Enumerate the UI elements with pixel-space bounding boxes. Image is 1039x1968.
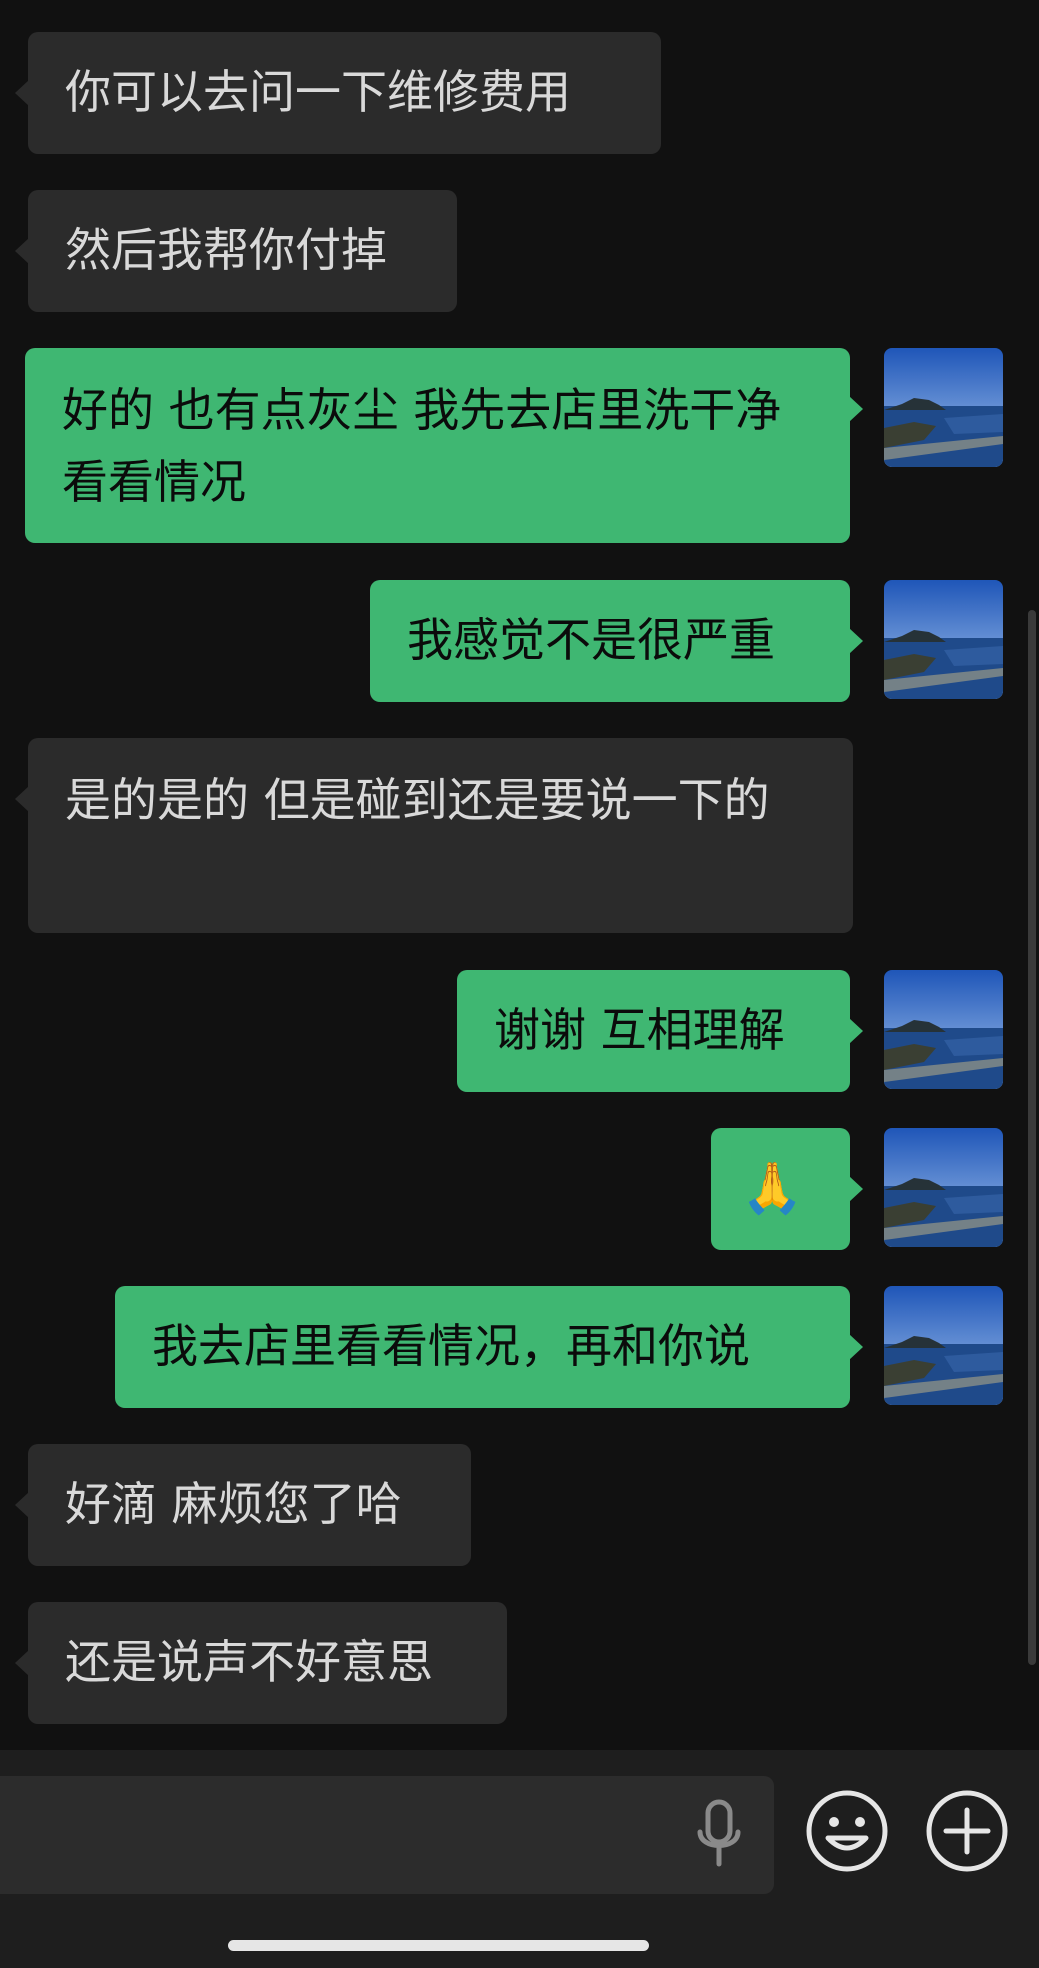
message-bubble-outgoing[interactable]: 我去店里看看情况，再和你说 xyxy=(115,1286,863,1408)
message-text: 你可以去问一下维修费用 xyxy=(65,65,571,119)
microphone-icon[interactable] xyxy=(690,1798,752,1870)
smiley-face-icon[interactable] xyxy=(804,1788,890,1874)
message-bubble-outgoing[interactable]: 谢谢 互相理解 xyxy=(457,970,863,1092)
message-text: 好的 也有点灰尘 我先去店里洗干净看看情况 xyxy=(62,383,782,509)
message-bubble-incoming[interactable]: 好滴 麻烦您了哈 xyxy=(15,1444,471,1566)
message-text: 谢谢 互相理解 xyxy=(494,1003,785,1057)
avatar-image xyxy=(884,348,1003,467)
message-bubble-incoming[interactable]: 是的是的 但是碰到还是要说一下的 xyxy=(15,738,853,933)
message-text: 我去店里看看情况，再和你说 xyxy=(152,1319,750,1373)
avatar[interactable] xyxy=(884,580,1003,699)
avatar[interactable] xyxy=(884,348,1003,467)
message-bubble-outgoing[interactable]: 我感觉不是很严重 xyxy=(370,580,863,702)
message-text: 是的是的 但是碰到还是要说一下的 xyxy=(65,773,770,827)
message-bubble-incoming[interactable]: 然后我帮你付掉 xyxy=(15,190,457,312)
message-text: 我感觉不是很严重 xyxy=(407,613,775,667)
message-bubble-outgoing[interactable]: 好的 也有点灰尘 我先去店里洗干净看看情况 xyxy=(25,348,863,543)
message-text: 还是说声不好意思 xyxy=(65,1635,433,1689)
chat-screen: 你可以去问一下维修费用 然后我帮你付掉 好的 也有点灰尘 我先去店里洗干净看看情… xyxy=(0,0,1039,1968)
avatar-image xyxy=(884,1286,1003,1405)
message-bubble-outgoing[interactable]: 🙏 xyxy=(711,1128,863,1250)
avatar-image xyxy=(884,1128,1003,1247)
message-list[interactable]: 你可以去问一下维修费用 然后我帮你付掉 好的 也有点灰尘 我先去店里洗干净看看情… xyxy=(0,0,1039,1750)
message-bubble-incoming[interactable]: 你可以去问一下维修费用 xyxy=(15,32,661,154)
home-indicator[interactable] xyxy=(228,1940,649,1951)
message-input[interactable] xyxy=(0,1776,774,1894)
praying-hands-emoji: 🙏 xyxy=(741,1159,804,1217)
message-text: 好滴 麻烦您了哈 xyxy=(65,1477,402,1531)
message-text: 然后我帮你付掉 xyxy=(65,223,387,277)
avatar-image xyxy=(884,970,1003,1089)
avatar[interactable] xyxy=(884,1128,1003,1247)
message-bubble-incoming[interactable]: 还是说声不好意思 xyxy=(15,1602,507,1724)
plus-circle-icon[interactable] xyxy=(924,1788,1010,1874)
avatar-image xyxy=(884,580,1003,699)
avatar[interactable] xyxy=(884,1286,1003,1405)
scrollbar[interactable] xyxy=(1028,610,1036,1665)
avatar[interactable] xyxy=(884,970,1003,1089)
input-bar xyxy=(0,1750,1039,1968)
